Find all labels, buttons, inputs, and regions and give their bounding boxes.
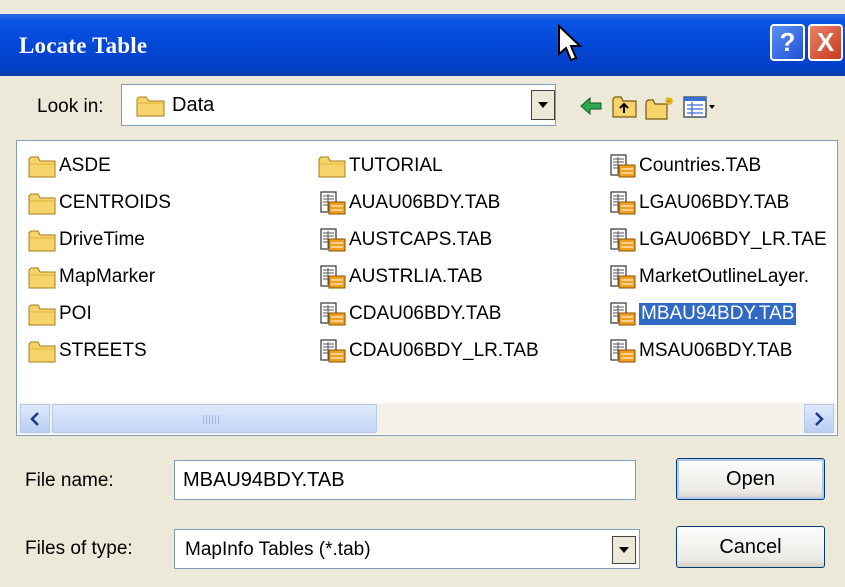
folder-icon [28, 341, 56, 363]
folder-icon [28, 230, 56, 252]
file-list-item[interactable]: MSAU06BDY.TAB [608, 337, 792, 365]
file-list-item-label: MapMarker [59, 266, 156, 287]
chevron-down-icon [619, 547, 629, 553]
folder-icon [136, 96, 165, 117]
up-folder-icon[interactable] [612, 95, 638, 119]
file-type-value: MapInfo Tables (*.tab) [185, 539, 371, 560]
file-list-item[interactable]: CDAU06BDY.TAB [318, 300, 501, 328]
chevron-down-icon [538, 102, 548, 108]
file-list-item[interactable]: Countries.TAB [608, 152, 761, 180]
file-list-item-label: LGAU06BDY.TAB [639, 192, 790, 213]
table-file-icon [610, 191, 636, 215]
file-list-item[interactable]: AUSTRLIA.TAB [318, 263, 483, 291]
file-list-item-label: CDAU06BDY_LR.TAB [349, 340, 539, 361]
file-list-item[interactable]: LGAU06BDY.TAB [608, 189, 789, 217]
file-list-item-label: LGAU06BDY_LR.TAE [639, 229, 827, 250]
mouse-cursor-icon [558, 24, 583, 62]
close-button[interactable]: X [808, 24, 843, 61]
file-list-item[interactable]: AUSTCAPS.TAB [318, 226, 492, 254]
table-file-icon [610, 228, 636, 252]
help-button[interactable]: ? [770, 24, 805, 61]
file-list-item[interactable]: LGAU06BDY_LR.TAE [608, 226, 827, 254]
help-icon: ? [779, 27, 796, 57]
table-file-icon [610, 339, 636, 363]
dialog-title: Locate Table [19, 33, 148, 58]
chevron-right-icon [815, 411, 824, 426]
scroll-right-button[interactable] [804, 404, 834, 433]
file-list-item[interactable]: ASDE [28, 152, 111, 180]
folder-icon [28, 193, 56, 215]
file-type-dropdown[interactable]: MapInfo Tables (*.tab) [174, 529, 640, 569]
look-in-label: Look in: [37, 96, 104, 117]
scroll-left-button[interactable] [20, 404, 50, 433]
file-list-item-label: AUAU06BDY.TAB [349, 192, 501, 213]
scroll-grip-icon [203, 415, 221, 424]
table-file-icon [320, 339, 346, 363]
table-file-icon [320, 265, 346, 289]
folder-icon [318, 156, 346, 178]
file-list-item-label: ASDE [59, 155, 111, 176]
look-in-dropdown-button[interactable] [531, 90, 555, 120]
file-list-item[interactable]: MapMarker [28, 263, 155, 291]
folder-icon [28, 156, 56, 178]
table-file-icon [610, 302, 636, 326]
file-list-item[interactable]: STREETS [28, 337, 147, 365]
file-list-item[interactable]: DriveTime [28, 226, 145, 254]
open-button[interactable]: Open [676, 458, 825, 500]
file-name-label: File name: [25, 470, 114, 491]
close-icon: X [816, 27, 835, 57]
view-menu-icon[interactable] [683, 95, 717, 119]
file-name-input[interactable] [174, 460, 636, 500]
file-list-item-label: MBAU94BDY.TAB [639, 303, 797, 325]
look-in-dropdown[interactable]: Data [121, 84, 556, 126]
table-file-icon [610, 154, 636, 178]
locate-table-dialog: Locate Table ? X Look in: Data ASDE CENT… [0, 0, 845, 587]
file-list-item-label: MarketOutlineLayer. [639, 266, 810, 287]
file-list-item-label: MSAU06BDY.TAB [639, 340, 793, 361]
file-list-item-label: STREETS [59, 340, 147, 361]
file-list-item[interactable]: TUTORIAL [318, 152, 443, 180]
file-list[interactable]: ASDE CENTROIDS DriveTime MapMarker POI STREET… [16, 140, 838, 436]
file-type-dropdown-button[interactable] [612, 536, 636, 564]
horizontal-scrollbar[interactable] [18, 403, 836, 434]
look-in-value: Data [172, 94, 215, 116]
file-list-item-label: AUSTCAPS.TAB [349, 229, 493, 250]
file-list-item[interactable]: POI [28, 300, 92, 328]
file-list-item-label: TUTORIAL [349, 155, 443, 176]
file-list-item-label: DriveTime [59, 229, 145, 250]
file-list-item[interactable]: MarketOutlineLayer. [608, 263, 809, 291]
file-list-item-label: CDAU06BDY.TAB [349, 303, 502, 324]
file-list-item-label: AUSTRLIA.TAB [349, 266, 483, 287]
folder-icon [28, 304, 56, 326]
file-list-item-label: POI [59, 303, 92, 324]
new-folder-icon[interactable] [645, 95, 675, 121]
file-list-item[interactable]: AUAU06BDY.TAB [318, 189, 500, 217]
table-file-icon [610, 265, 636, 289]
chevron-left-icon [30, 411, 39, 426]
table-file-icon [320, 302, 346, 326]
file-list-item-label: CENTROIDS [59, 192, 171, 213]
file-list-item[interactable]: CDAU06BDY_LR.TAB [318, 337, 539, 365]
table-file-icon [320, 191, 346, 215]
file-type-label: Files of type: [25, 538, 133, 559]
file-list-item[interactable]: CENTROIDS [28, 189, 171, 217]
file-list-item-label: Countries.TAB [639, 155, 762, 176]
cancel-button[interactable]: Cancel [676, 526, 825, 568]
scroll-thumb[interactable] [52, 404, 377, 433]
file-list-item[interactable]: MBAU94BDY.TAB [608, 300, 797, 328]
table-file-icon [320, 228, 346, 252]
back-icon[interactable] [579, 95, 603, 117]
folder-icon [28, 267, 56, 289]
